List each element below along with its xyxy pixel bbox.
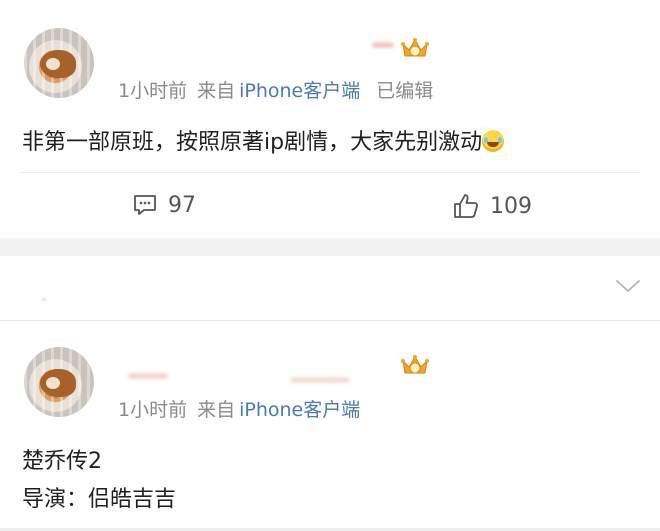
post-meta: 1小时前 来自 iPhone客户端 <box>118 395 370 422</box>
crown-badge-icon <box>401 38 429 57</box>
feed-separator <box>0 238 660 256</box>
comment-count: 97 <box>168 192 196 218</box>
collapsed-post[interactable] <box>0 256 660 320</box>
from-label: 来自 <box>197 80 236 102</box>
source-link[interactable]: iPhone客户端 <box>239 80 360 102</box>
avatar[interactable] <box>24 28 94 98</box>
post-body: 非第一部原班，按照原著ip剧情，大家先别激动 <box>22 130 483 155</box>
divider <box>20 172 640 173</box>
post-time: 1小时前 <box>118 80 188 102</box>
edited-label[interactable]: 已编辑 <box>376 80 433 102</box>
like-count: 109 <box>490 193 532 219</box>
avatar[interactable] <box>24 347 94 417</box>
chevron-down-icon[interactable] <box>614 276 642 296</box>
post-text-line2: 导演：侣皓吉吉 <box>22 487 177 512</box>
username-redacted[interactable] <box>128 373 168 379</box>
source-link[interactable]: iPhone客户端 <box>239 399 360 421</box>
post-card: 1小时前 来自 iPhone客户端 楚乔传2 导演：侣皓吉吉 <box>0 321 660 531</box>
post-meta: 1小时前 来自 iPhone客户端 已编辑 <box>118 76 443 103</box>
username-redacted[interactable] <box>372 42 394 48</box>
post-text-line1: 楚乔传2 <box>22 449 102 474</box>
like-button[interactable]: 109 <box>452 192 532 220</box>
weibo-feed: 1小时前 来自 iPhone客户端 已编辑 非第一部原班，按照原著ip剧情，大家先别激… <box>0 0 660 531</box>
crown-badge-icon <box>401 355 429 374</box>
username-redacted[interactable] <box>290 377 350 383</box>
from-label: 来自 <box>197 399 236 421</box>
redacted-mark <box>42 298 46 301</box>
post-text: 非第一部原班，按照原著ip剧情，大家先别激动 <box>22 124 505 156</box>
laugh-cry-emoji-icon <box>482 130 505 152</box>
post-card: 1小时前 来自 iPhone客户端 已编辑 非第一部原班，按照原著ip剧情，大家先别激… <box>0 0 660 238</box>
comment-button[interactable]: 97 <box>132 192 196 218</box>
thumbs-up-icon <box>454 194 479 218</box>
post-time: 1小时前 <box>118 399 188 421</box>
comment-icon <box>134 195 156 215</box>
